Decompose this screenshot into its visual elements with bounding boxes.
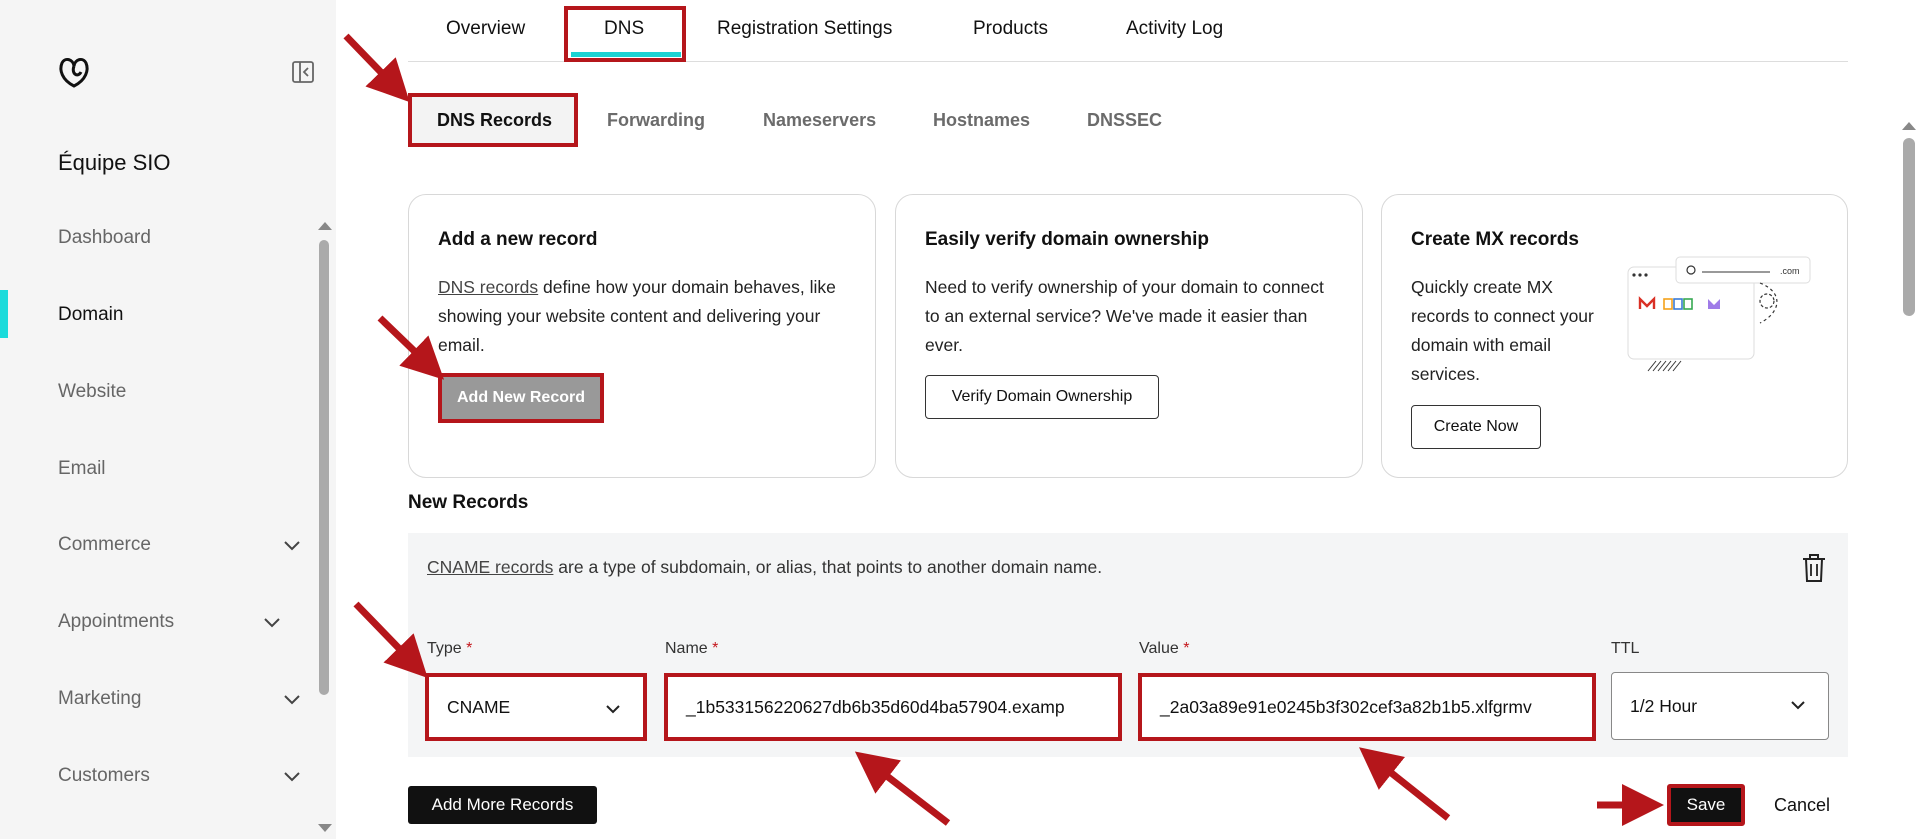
card-title: Add a new record xyxy=(438,229,598,250)
sidebar-item-label: Customers xyxy=(58,765,150,786)
collapse-sidebar-icon[interactable] xyxy=(291,60,315,84)
name-label-text: Name xyxy=(665,640,708,657)
name-label: Name * xyxy=(665,640,718,658)
sidebar: Équipe SIO Dashboard Domain Website Emai… xyxy=(0,0,336,839)
add-more-records-button[interactable]: Add More Records xyxy=(408,786,597,824)
sidebar-item-appointments[interactable]: Appointments xyxy=(0,602,300,642)
page-scrollbar-thumb[interactable] xyxy=(1903,138,1915,316)
ttl-select-value: 1/2 Hour xyxy=(1630,695,1698,716)
cname-records-link[interactable]: CNAME records xyxy=(427,557,553,577)
record-description-text: are a type of subdomain, or alias, that … xyxy=(553,557,1103,577)
chevron-down-icon xyxy=(606,705,620,714)
tab-activity-log[interactable]: Activity Log xyxy=(1126,18,1223,40)
sidebar-scrollbar-thumb[interactable] xyxy=(319,240,329,695)
value-input-value: _2a03a89e91e0245b3f302cef3a82b1b5.xlfgrm… xyxy=(1160,696,1532,717)
team-name: Équipe SIO xyxy=(58,150,171,175)
new-record-row: CNAME records are a type of subdomain, o… xyxy=(408,533,1848,757)
value-label: Value * xyxy=(1139,640,1189,658)
sidebar-item-customers[interactable]: Customers xyxy=(0,756,320,796)
verify-domain-ownership-button[interactable]: Verify Domain Ownership xyxy=(925,375,1159,419)
type-select-value: CNAME xyxy=(447,696,511,717)
record-description: CNAME records are a type of subdomain, o… xyxy=(427,557,1102,578)
chevron-down-icon xyxy=(284,772,300,782)
subtab-dns-records[interactable]: DNS Records xyxy=(437,110,552,131)
main-content: Overview DNS Registration Settings Produ… xyxy=(336,0,1896,839)
tab-dns[interactable]: DNS xyxy=(604,18,644,40)
type-label: Type * xyxy=(427,640,472,658)
subtab-hostnames[interactable]: Hostnames xyxy=(933,110,1030,131)
subtab-dnssec[interactable]: DNSSEC xyxy=(1087,110,1162,131)
name-input[interactable]: _1b533156220627db6b35d60d4ba57904.examp xyxy=(664,673,1122,741)
add-new-record-button[interactable]: Add New Record xyxy=(438,373,604,423)
required-mark: * xyxy=(712,640,719,657)
brand-logo-icon[interactable] xyxy=(56,54,92,90)
sidebar-item-website[interactable]: Website xyxy=(0,372,320,412)
create-mx-card: Create MX records Quickly create MX reco… xyxy=(1381,194,1848,478)
chevron-down-icon xyxy=(1791,701,1805,710)
sidebar-item-label: Marketing xyxy=(58,688,142,709)
card-text: DNS records define how your domain behav… xyxy=(438,273,858,360)
ttl-label: TTL xyxy=(1611,640,1640,657)
sidebar-item-dashboard[interactable]: Dashboard xyxy=(0,218,320,258)
sidebar-scroll-down[interactable] xyxy=(318,824,332,832)
subtab-forwarding[interactable]: Forwarding xyxy=(607,110,705,131)
card-title: Easily verify domain ownership xyxy=(925,229,1210,250)
sidebar-item-domain[interactable]: Domain xyxy=(0,295,320,335)
trash-icon[interactable] xyxy=(1800,553,1828,583)
chevron-down-icon xyxy=(284,541,300,551)
sidebar-item-label: Website xyxy=(58,381,127,402)
create-now-button[interactable]: Create Now xyxy=(1411,405,1541,449)
tab-products[interactable]: Products xyxy=(973,18,1048,40)
sidebar-item-label: Dashboard xyxy=(58,227,151,248)
tab-overview[interactable]: Overview xyxy=(446,18,525,40)
active-tab-underline xyxy=(571,52,681,57)
sidebar-item-label: Commerce xyxy=(58,534,151,555)
value-label-text: Value xyxy=(1139,640,1179,657)
sidebar-item-label: Appointments xyxy=(58,611,175,632)
mx-illustration-icon: .com xyxy=(1627,256,1811,372)
cancel-button[interactable]: Cancel xyxy=(1774,795,1830,816)
add-record-card: Add a new record DNS records define how … xyxy=(408,194,876,478)
required-mark: * xyxy=(1183,640,1190,657)
save-button[interactable]: Save xyxy=(1667,784,1745,826)
card-text: Need to verify ownership of your domain … xyxy=(925,277,1324,355)
subtab-nameservers[interactable]: Nameservers xyxy=(763,110,876,131)
sidebar-item-label: Domain xyxy=(58,304,124,325)
sidebar-scroll-up[interactable] xyxy=(318,222,332,230)
name-input-value: _1b533156220627db6b35d60d4ba57904.examp xyxy=(686,696,1065,717)
sidebar-item-commerce[interactable]: Commerce xyxy=(0,525,320,565)
sidebar-item-marketing[interactable]: Marketing xyxy=(0,679,320,719)
type-select[interactable]: CNAME xyxy=(425,673,647,741)
illustration-domain-text: .com xyxy=(1780,266,1800,276)
card-title: Create MX records xyxy=(1411,229,1579,250)
type-label-text: Type xyxy=(427,640,462,657)
required-mark: * xyxy=(466,640,473,657)
chevron-down-icon xyxy=(284,695,300,705)
ttl-select[interactable]: 1/2 Hour xyxy=(1611,672,1829,740)
dns-records-link[interactable]: DNS records xyxy=(438,277,538,297)
page-scroll-up[interactable] xyxy=(1902,122,1916,130)
card-text: Quickly create MX records to connect you… xyxy=(1411,277,1594,384)
sidebar-item-email[interactable]: Email xyxy=(0,449,320,489)
chevron-down-icon xyxy=(264,618,280,628)
new-records-title: New Records xyxy=(408,492,529,513)
sidebar-item-label: Email xyxy=(58,458,106,479)
tab-registration-settings[interactable]: Registration Settings xyxy=(717,18,892,40)
value-input[interactable]: _2a03a89e91e0245b3f302cef3a82b1b5.xlfgrm… xyxy=(1138,673,1596,741)
verify-ownership-card: Easily verify domain ownership Need to v… xyxy=(895,194,1363,478)
